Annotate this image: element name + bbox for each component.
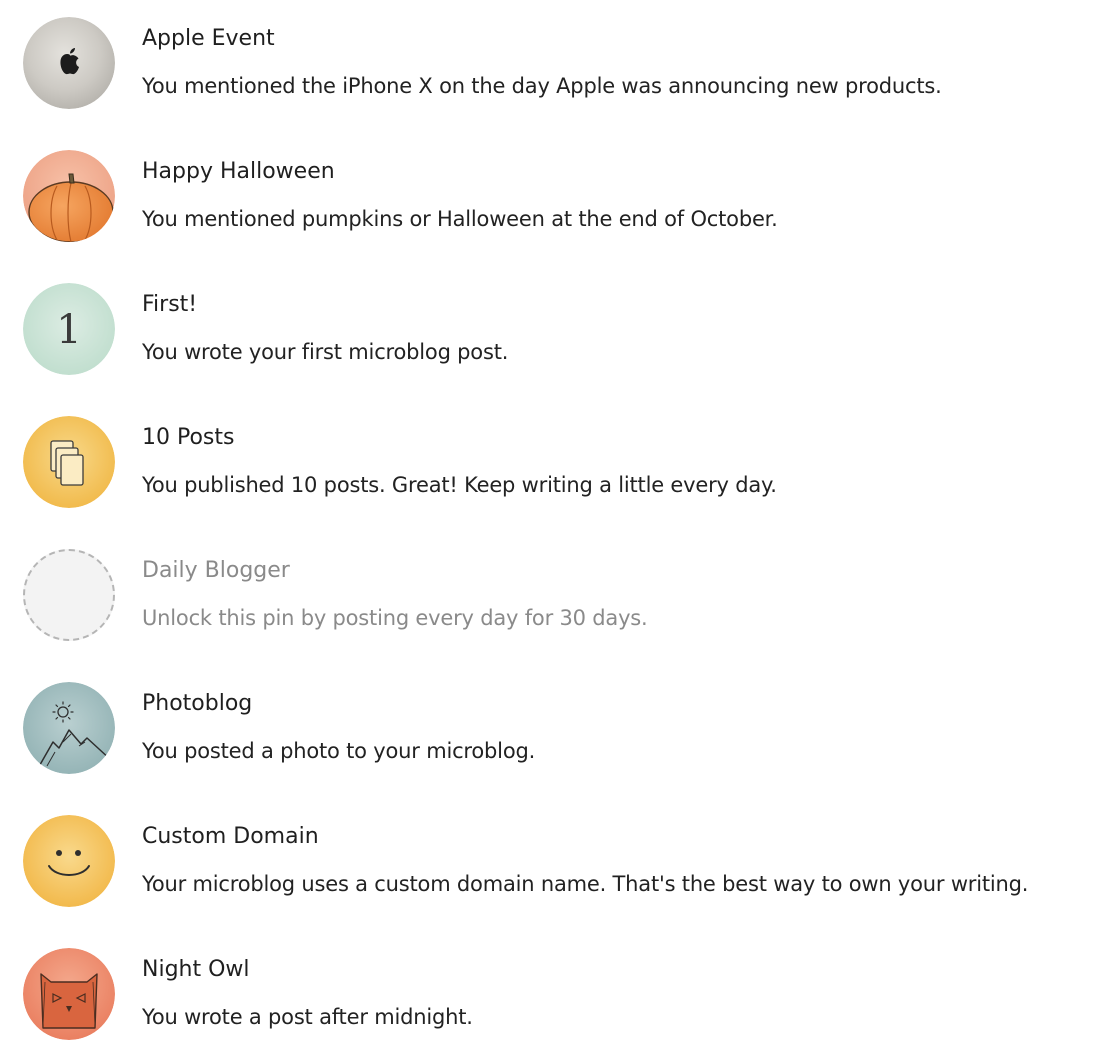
pin-item-daily-blogger: Daily Blogger Unlock this pin by posting… <box>0 532 1100 642</box>
pin-title: Custom Domain <box>142 824 319 849</box>
locked-placeholder-icon <box>23 549 115 641</box>
pin-item-custom-domain: Custom Domain Your microblog uses a cust… <box>0 798 1100 908</box>
pin-item-first: 1 First! You wrote your first microblog … <box>0 266 1100 376</box>
pin-description: You mentioned pumpkins or Halloween at t… <box>142 207 778 231</box>
pin-description: You published 10 posts. Great! Keep writ… <box>142 473 777 497</box>
pin-item-photoblog: Photoblog You posted a photo to your mic… <box>0 665 1100 775</box>
pin-title: Photoblog <box>142 691 253 716</box>
pin-item-happy-halloween: Happy Halloween You mentioned pumpkins o… <box>0 133 1100 243</box>
pin-title: First! <box>142 292 198 317</box>
pin-list: Apple Event You mentioned the iPhone X o… <box>0 0 1100 1054</box>
pin-description: You mentioned the iPhone X on the day Ap… <box>142 74 942 98</box>
pin-description: Unlock this pin by posting every day for… <box>142 606 648 630</box>
pin-title: 10 Posts <box>142 425 235 450</box>
pin-item-apple-event: Apple Event You mentioned the iPhone X o… <box>0 0 1100 110</box>
badge-number: 1 <box>56 307 81 353</box>
smiley-face-icon <box>23 815 115 907</box>
pin-title: Daily Blogger <box>142 558 290 583</box>
pumpkin-icon <box>23 150 115 242</box>
pin-item-night-owl: Night Owl You wrote a post after midnigh… <box>0 931 1100 1041</box>
pin-title: Happy Halloween <box>142 159 335 184</box>
pin-description: You posted a photo to your microblog. <box>142 739 536 763</box>
pin-title: Apple Event <box>142 26 275 51</box>
owl-icon <box>23 948 115 1040</box>
pin-description: Your microblog uses a custom domain name… <box>142 872 1029 896</box>
pin-description: You wrote a post after midnight. <box>142 1005 473 1029</box>
stacked-pages-icon <box>23 416 115 508</box>
pin-title: Night Owl <box>142 957 250 982</box>
pin-description: You wrote your first microblog post. <box>142 340 509 364</box>
number-one-icon: 1 <box>23 283 115 375</box>
apple-logo-icon <box>23 17 115 109</box>
mountain-sun-icon <box>23 682 115 774</box>
pin-item-10-posts: 10 Posts You published 10 posts. Great! … <box>0 399 1100 509</box>
